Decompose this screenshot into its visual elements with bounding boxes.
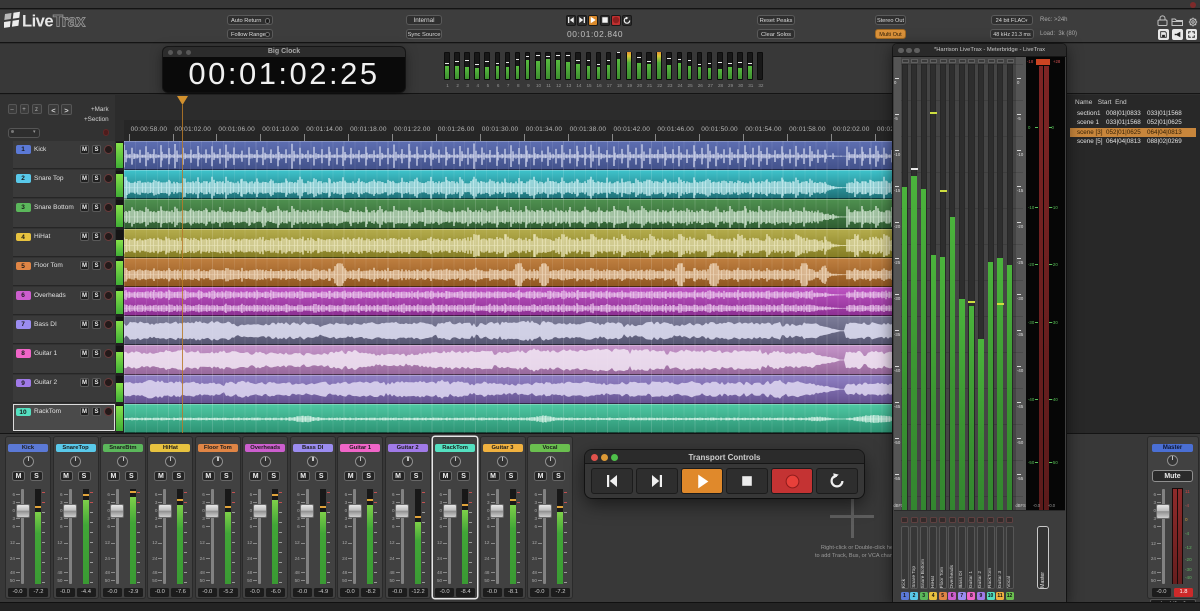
svg-text:Live: Live xyxy=(22,13,53,31)
svg-text:Trax: Trax xyxy=(53,13,86,31)
